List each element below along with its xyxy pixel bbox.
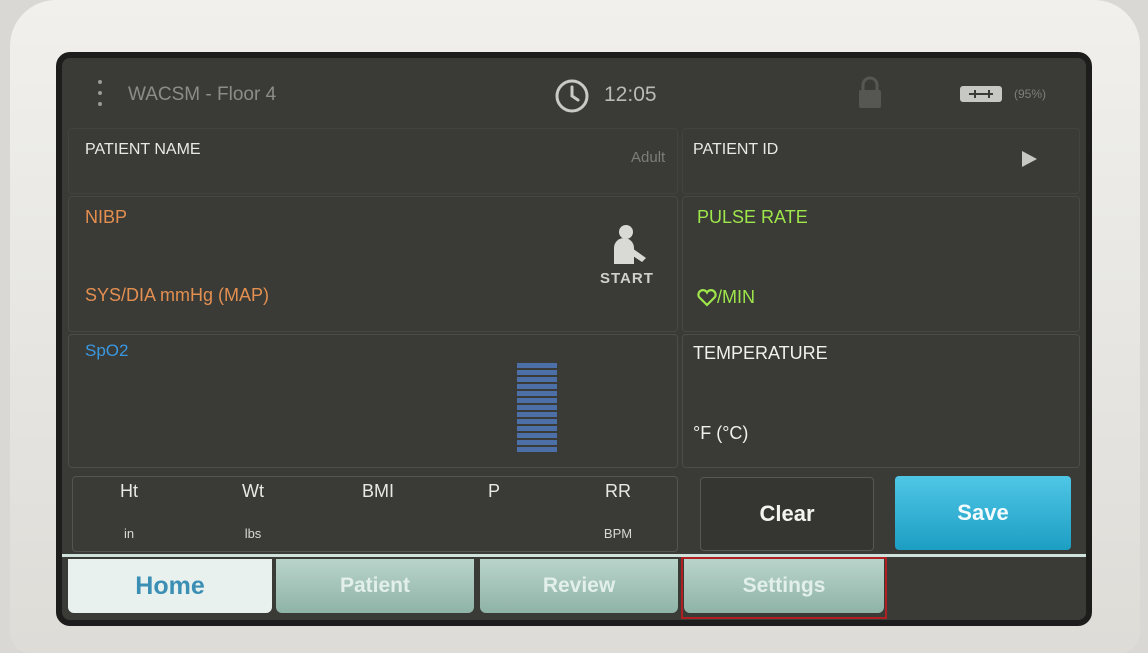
patient-name-panel[interactable]: PATIENT NAME Adult (68, 128, 678, 194)
pain-cell[interactable]: P (459, 481, 529, 502)
weight-cell[interactable]: Wt lbs (211, 481, 295, 541)
resp-rate-unit: BPM (603, 526, 633, 541)
save-button[interactable]: Save (895, 476, 1071, 550)
pulse-rate-units: /MIN (717, 287, 755, 307)
play-arrow-icon[interactable] (1019, 149, 1039, 169)
resp-rate-label: RR (605, 481, 631, 501)
nibp-panel[interactable]: NIBP SYS/DIA mmHg (MAP) (68, 196, 678, 332)
spo2-panel[interactable]: SpO2 (68, 334, 678, 468)
battery-plug-icon (960, 86, 1002, 102)
location-label: WACSM - Floor 4 (128, 84, 277, 105)
bmi-label: BMI (361, 481, 394, 501)
manual-params-panel[interactable]: Ht in Wt lbs BMI P RR BPM (72, 476, 678, 552)
height-label: Ht (120, 481, 138, 501)
clock-icon (555, 79, 589, 113)
battery-percent: (95%) (1014, 87, 1047, 101)
pulse-rate-panel[interactable]: PULSE RATE /MIN (682, 196, 1080, 332)
temperature-panel[interactable]: TEMPERATURE °F (°C) (682, 334, 1080, 468)
height-unit: in (123, 526, 135, 541)
temperature-units: °F (°C) (693, 423, 749, 443)
nibp-start-button[interactable]: START (596, 224, 660, 288)
start-label: START (600, 270, 654, 287)
patient-name-label: PATIENT NAME (85, 141, 201, 158)
clock-time: 12:05 (604, 83, 657, 106)
patient-category: Adult (631, 149, 666, 166)
nibp-units: SYS/DIA mmHg (MAP) (85, 285, 270, 305)
weight-label: Wt (242, 481, 264, 501)
status-bar: WACSM - Floor 4 12:05 (95%) (62, 58, 1086, 130)
pain-label: P (487, 481, 500, 501)
patient-id-label: PATIENT ID (693, 141, 779, 158)
tab-review[interactable]: Review (480, 559, 678, 613)
tab-patient[interactable]: Patient (276, 559, 474, 613)
heart-icon (697, 289, 717, 307)
height-cell[interactable]: Ht in (87, 481, 171, 541)
spo2-signal-bar-icon (517, 363, 557, 455)
monitor-screen: WACSM - Floor 4 12:05 (95%) PATIENT NAME… (56, 52, 1092, 626)
tab-settings[interactable]: Settings (684, 559, 884, 613)
nibp-label: NIBP (85, 207, 128, 227)
patient-cuff-icon (614, 225, 646, 264)
resp-rate-cell[interactable]: RR BPM (575, 481, 661, 541)
patient-id-panel[interactable]: PATIENT ID (682, 128, 1080, 194)
bmi-cell[interactable]: BMI (333, 481, 423, 502)
tab-bar: Home Patient Review Settings (62, 554, 1086, 620)
menu-icon[interactable] (98, 80, 104, 114)
tab-home[interactable]: Home (68, 559, 272, 613)
weight-unit: lbs (244, 526, 262, 541)
lock-icon (859, 76, 881, 108)
spo2-label: SpO2 (85, 341, 129, 360)
clear-button[interactable]: Clear (700, 477, 874, 551)
temperature-label: TEMPERATURE (693, 343, 828, 363)
pulse-rate-label: PULSE RATE (697, 207, 808, 227)
